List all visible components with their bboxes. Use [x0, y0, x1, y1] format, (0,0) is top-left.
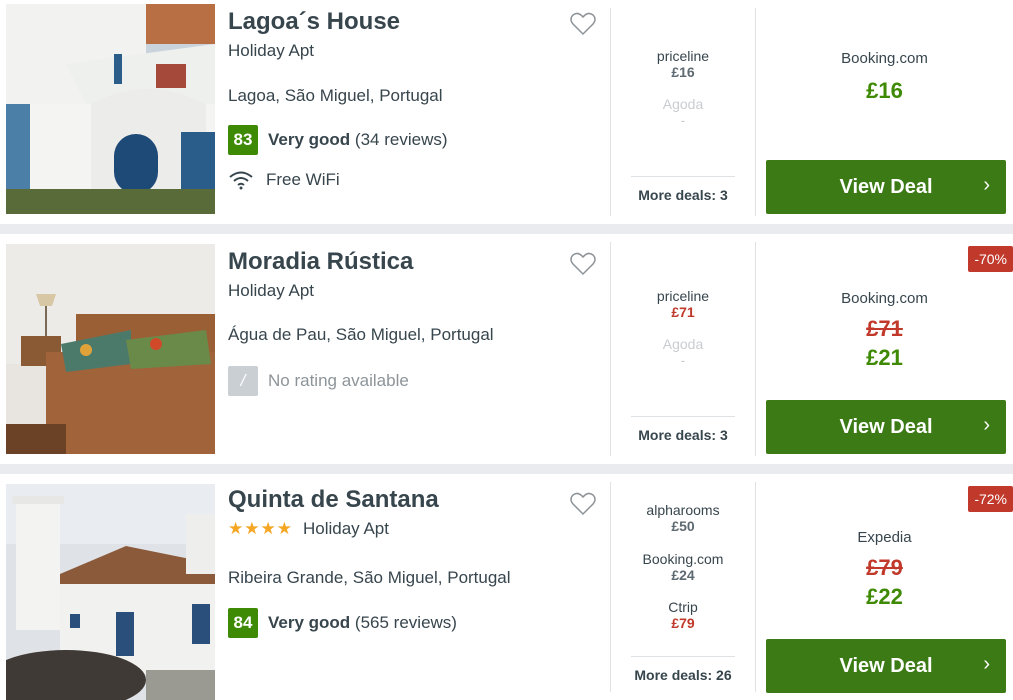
hotel-card: Quinta de Santana ★★★★ Holiday Apt Ribei… — [0, 474, 1013, 700]
best-deal-old-price: £79 — [866, 555, 903, 580]
other-deals: priceline £71 Agoda - More deals: 3 — [611, 234, 755, 464]
rating: / No rating available — [228, 366, 409, 396]
deal-provider: Booking.com — [642, 551, 724, 567]
hotel-card: Moradia Rústica Holiday Apt Água de Pau,… — [0, 234, 1013, 464]
deal-item: Agoda - — [611, 336, 755, 368]
hotel-location[interactable]: Água de Pau, São Miguel, Portugal — [228, 325, 494, 345]
rating-score: 84 — [228, 608, 258, 638]
accommodation-type: Holiday Apt — [228, 281, 314, 300]
rating-score: / — [228, 366, 258, 396]
review-count: (34 reviews) — [354, 130, 448, 149]
best-deal-provider: Booking.com — [841, 50, 928, 67]
more-deals-link[interactable]: More deals: 26 — [631, 656, 735, 683]
best-deal-old-price: £71 — [866, 316, 903, 341]
deal-provider: Agoda — [662, 96, 704, 112]
rating[interactable]: 83 Very good (34 reviews) — [228, 125, 448, 155]
deal-price: £50 — [671, 518, 695, 534]
other-deals: alpharooms £50 Booking.com £24 Ctrip £79… — [611, 474, 755, 700]
discount-badge: -70% — [968, 246, 1013, 272]
view-deal-label: View Deal — [839, 654, 933, 677]
hotel-info: Quinta de Santana ★★★★ Holiday Apt Ribei… — [228, 474, 608, 700]
amenity-label: Free WiFi — [266, 170, 340, 189]
deal-provider: alpharooms — [646, 502, 720, 518]
other-deals: priceline £16 Agoda - More deals: 3 — [611, 0, 755, 224]
best-deal-price: £21 — [866, 345, 903, 370]
hotel-location[interactable]: Lagoa, São Miguel, Portugal — [228, 86, 443, 106]
hotel-photo[interactable] — [6, 244, 215, 454]
amenity: Free WiFi — [228, 170, 340, 190]
deal-item[interactable]: Ctrip £79 — [611, 599, 755, 631]
view-deal-label: View Deal — [839, 175, 933, 198]
hotel-info: Moradia Rústica Holiday Apt Água de Pau,… — [228, 234, 608, 464]
rating-label: Very good — [268, 613, 351, 632]
best-deal-price: £22 — [866, 584, 903, 609]
view-deal-label: View Deal — [839, 415, 933, 438]
deal-price: £79 — [671, 615, 695, 631]
rating[interactable]: 84 Very good (565 reviews) — [228, 608, 457, 638]
hotel-name[interactable]: Moradia Rústica — [228, 248, 413, 276]
best-deal: -72% Expedia £79 £22 View Deal › — [756, 474, 1013, 700]
best-deal: Booking.com £16 View Deal › — [756, 0, 1013, 224]
hotel-location[interactable]: Ribeira Grande, São Miguel, Portugal — [228, 568, 511, 588]
view-deal-button[interactable]: View Deal › — [766, 400, 1006, 454]
best-deal-price: £16 — [866, 78, 903, 103]
deal-provider: Ctrip — [668, 599, 698, 615]
chevron-right-icon: › — [983, 414, 990, 436]
deal-provider: priceline — [656, 288, 710, 304]
hotel-card: Lagoa´s House Holiday Apt Lagoa, São Mig… — [0, 0, 1013, 224]
hotel-photo[interactable] — [6, 4, 215, 214]
best-deal-provider: Booking.com — [841, 290, 928, 307]
deal-item[interactable]: Booking.com £24 — [611, 551, 755, 583]
rating-label: No rating available — [268, 371, 409, 390]
hotel-type: ★★★★ Holiday Apt — [228, 519, 389, 539]
deal-price: £16 — [671, 64, 695, 80]
chevron-right-icon: › — [983, 653, 990, 675]
chevron-right-icon: › — [983, 174, 990, 196]
deal-price: £71 — [671, 304, 695, 320]
wifi-icon — [229, 171, 253, 190]
hotel-name[interactable]: Quinta de Santana — [228, 486, 439, 514]
more-deals-link[interactable]: More deals: 3 — [631, 416, 735, 443]
deal-item: Agoda - — [611, 96, 755, 128]
deal-provider: Agoda — [662, 336, 704, 352]
hotel-info: Lagoa´s House Holiday Apt Lagoa, São Mig… — [228, 0, 608, 224]
hotel-type: Holiday Apt — [228, 281, 314, 301]
accommodation-type: Holiday Apt — [228, 41, 314, 60]
star-rating: ★★★★ — [228, 519, 293, 538]
review-count: (565 reviews) — [354, 613, 457, 632]
view-deal-button[interactable]: View Deal › — [766, 639, 1006, 693]
deal-price: - — [680, 112, 686, 128]
hotel-type: Holiday Apt — [228, 41, 314, 61]
view-deal-button[interactable]: View Deal › — [766, 160, 1006, 214]
more-deals-link[interactable]: More deals: 3 — [631, 176, 735, 203]
deal-price: - — [680, 352, 686, 368]
best-deal: -70% Booking.com £71 £21 View Deal › — [756, 234, 1013, 464]
deal-item[interactable]: alpharooms £50 — [611, 502, 755, 534]
heart-icon[interactable] — [570, 12, 596, 36]
accommodation-type: Holiday Apt — [302, 519, 389, 538]
best-deal-provider: Expedia — [857, 529, 912, 546]
rating-label: Very good — [268, 130, 351, 149]
deal-item[interactable]: priceline £16 — [611, 48, 755, 80]
heart-icon[interactable] — [570, 252, 596, 276]
discount-badge: -72% — [968, 486, 1013, 512]
deal-provider: priceline — [656, 48, 710, 64]
hotel-name[interactable]: Lagoa´s House — [228, 8, 400, 36]
hotel-photo[interactable] — [6, 484, 215, 700]
deal-price: £24 — [671, 567, 695, 583]
rating-score: 83 — [228, 125, 258, 155]
heart-icon[interactable] — [570, 492, 596, 516]
deal-item[interactable]: priceline £71 — [611, 288, 755, 320]
